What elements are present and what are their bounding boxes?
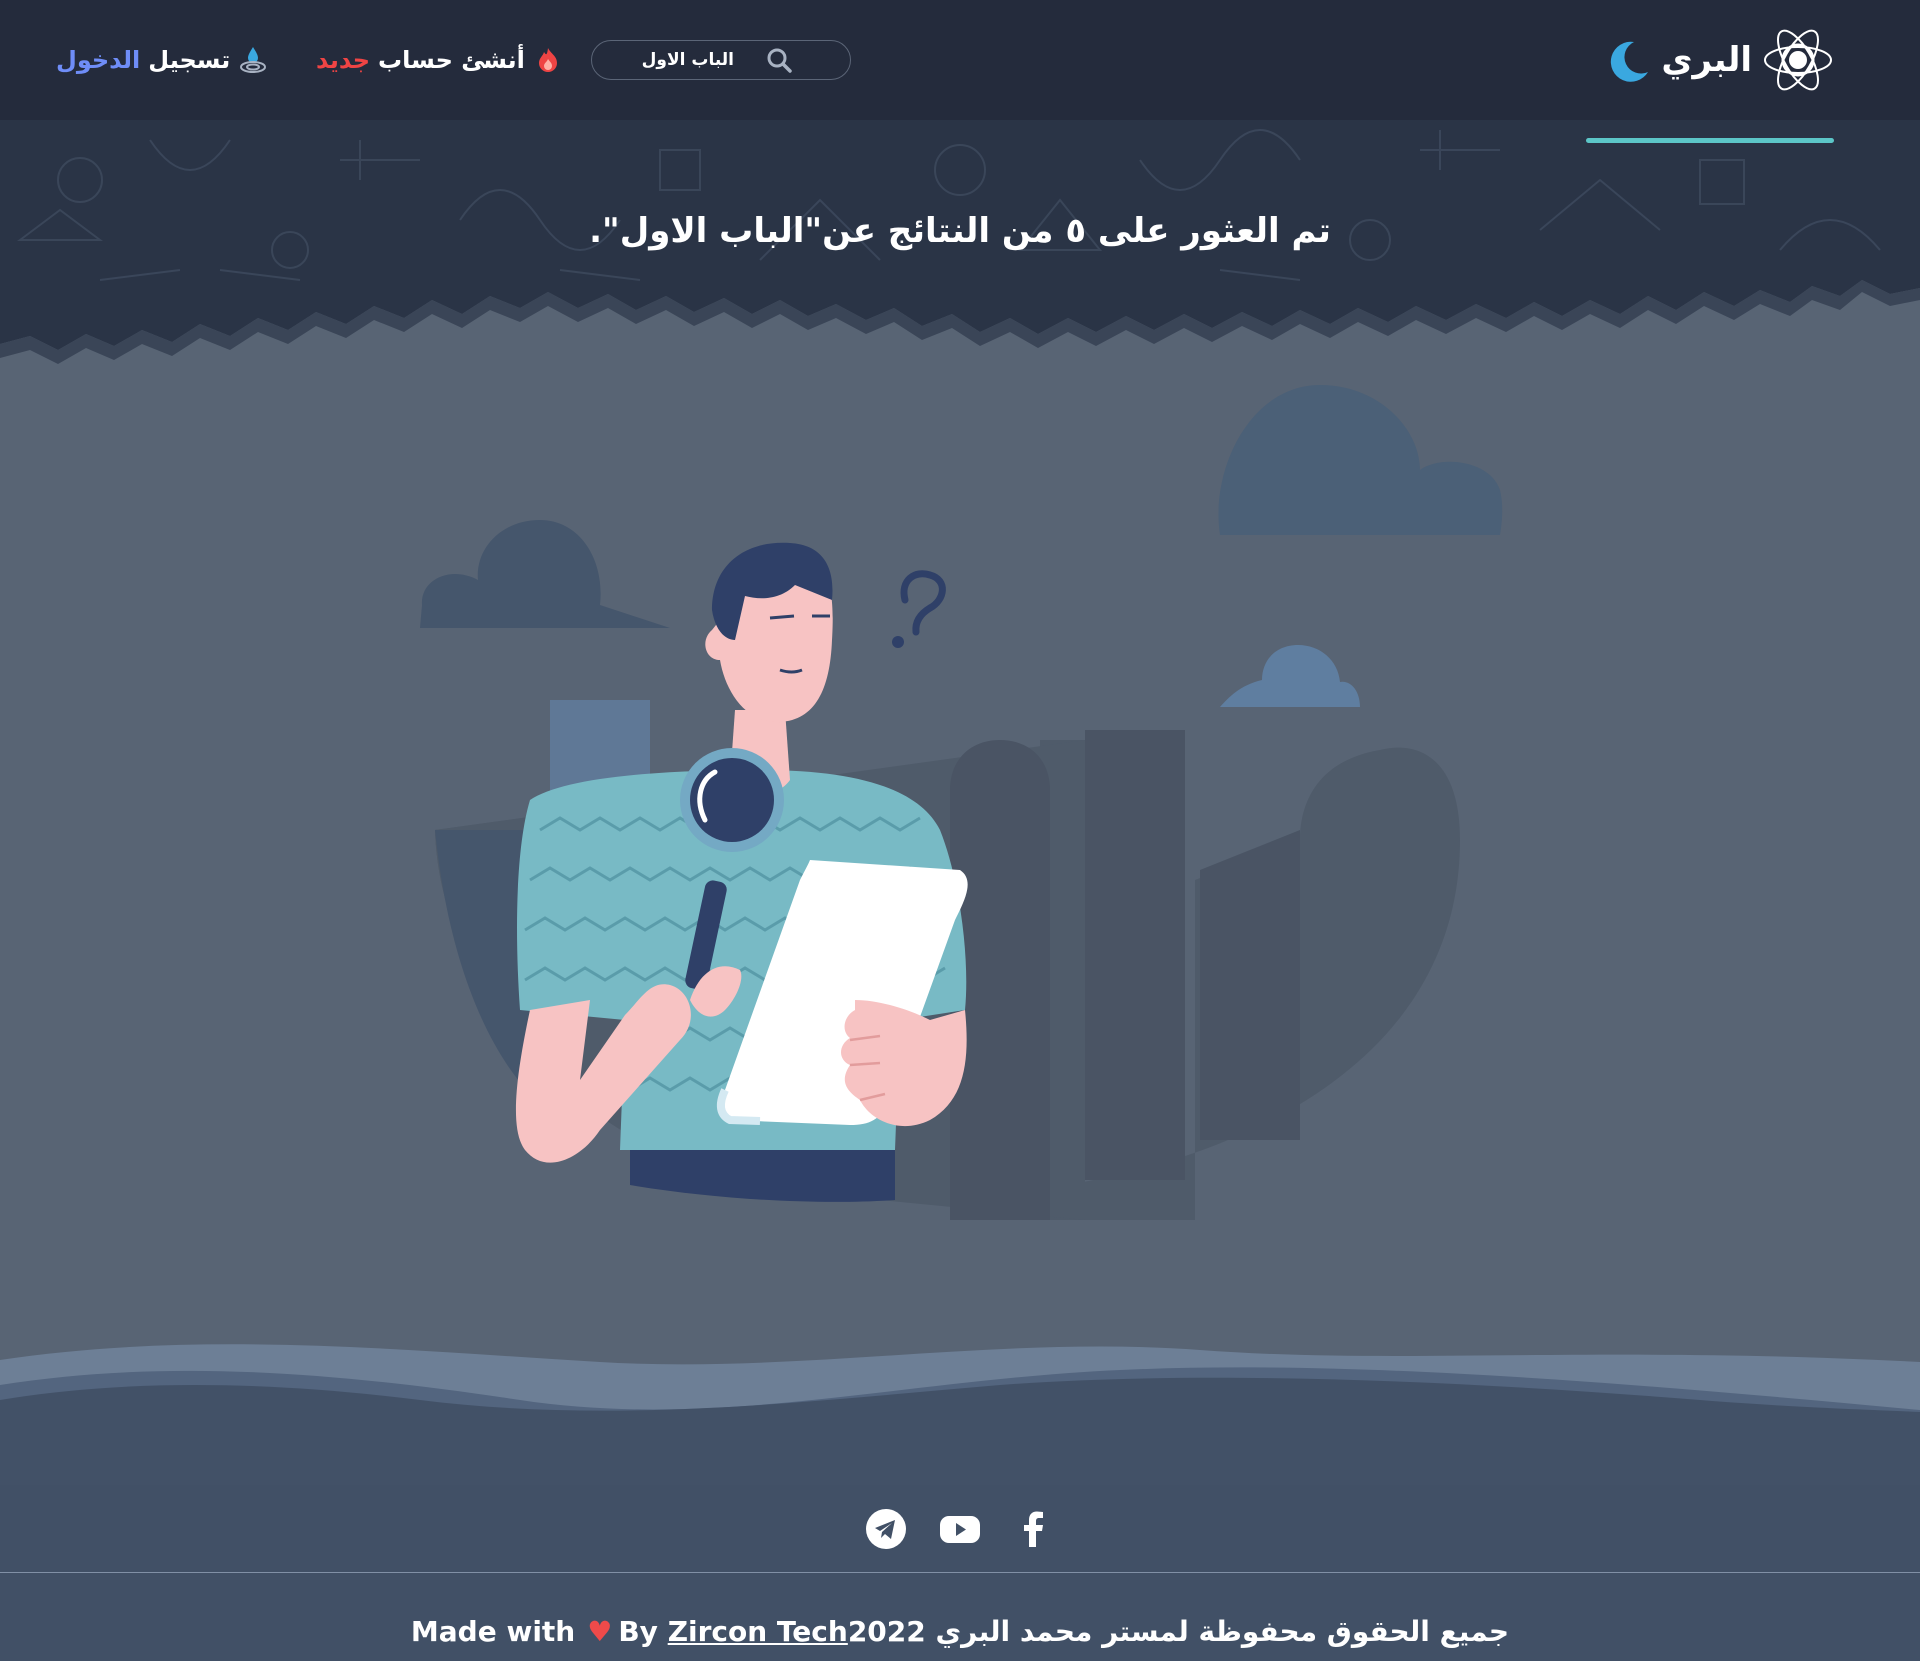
search-icon[interactable] — [766, 47, 792, 73]
by-label: By — [618, 1615, 658, 1648]
brand-home-link[interactable]: البري — [1586, 22, 1834, 143]
math-pattern-background — [0, 120, 1920, 364]
searching-man-illustration — [420, 385, 1503, 1220]
telegram-icon — [866, 1509, 906, 1549]
water-drop-icon — [240, 47, 267, 73]
register-link[interactable]: أنشئ حساب جديد — [316, 42, 563, 78]
copyright-year: 2022 — [847, 1615, 926, 1648]
moon-icon[interactable] — [1604, 38, 1652, 86]
footer-divider — [0, 1572, 1920, 1573]
facebook-link[interactable] — [1012, 1507, 1056, 1551]
company-link[interactable]: Zircon Tech — [668, 1615, 848, 1648]
footer-waves — [0, 1344, 1920, 1500]
facebook-icon — [1024, 1511, 1043, 1547]
search-results-banner: تم العثور على ٥ من النتائج عن"الباب الاو… — [0, 120, 1920, 390]
brand-name: البري — [1661, 40, 1752, 80]
search-input[interactable] — [612, 49, 736, 71]
social-links — [0, 1485, 1920, 1573]
site-header: البري أنشئ حساب جديد — [0, 0, 1920, 143]
register-highlight: جديد — [316, 46, 371, 74]
made-with-label: Made with — [410, 1615, 576, 1648]
login-link[interactable]: تسجيل الدخول — [56, 42, 268, 78]
login-highlight: الدخول — [56, 46, 141, 74]
atom-icon — [1764, 29, 1832, 91]
login-label: تسجيل — [148, 46, 231, 74]
youtube-link[interactable] — [938, 1507, 982, 1551]
heart-icon: ♥ — [587, 1615, 613, 1648]
register-label: أنشئ حساب — [378, 46, 525, 74]
youtube-icon — [940, 1516, 980, 1543]
results-title: تم العثور على ٥ من النتائج عن"الباب الاو… — [589, 210, 1331, 251]
rights-text: جميع الحقوق محفوظة لمستر محمد البري — [935, 1615, 1510, 1648]
copyright-line: Made with ♥ By Zircon Tech2022 جميع الحقوق… — [0, 1615, 1920, 1648]
telegram-link[interactable] — [864, 1507, 908, 1551]
active-indicator — [1586, 138, 1834, 143]
search-form — [591, 40, 851, 80]
fire-icon — [538, 48, 557, 72]
site-footer: Made with ♥ By Zircon Tech2022 جميع الحقوق… — [0, 1485, 1920, 1661]
